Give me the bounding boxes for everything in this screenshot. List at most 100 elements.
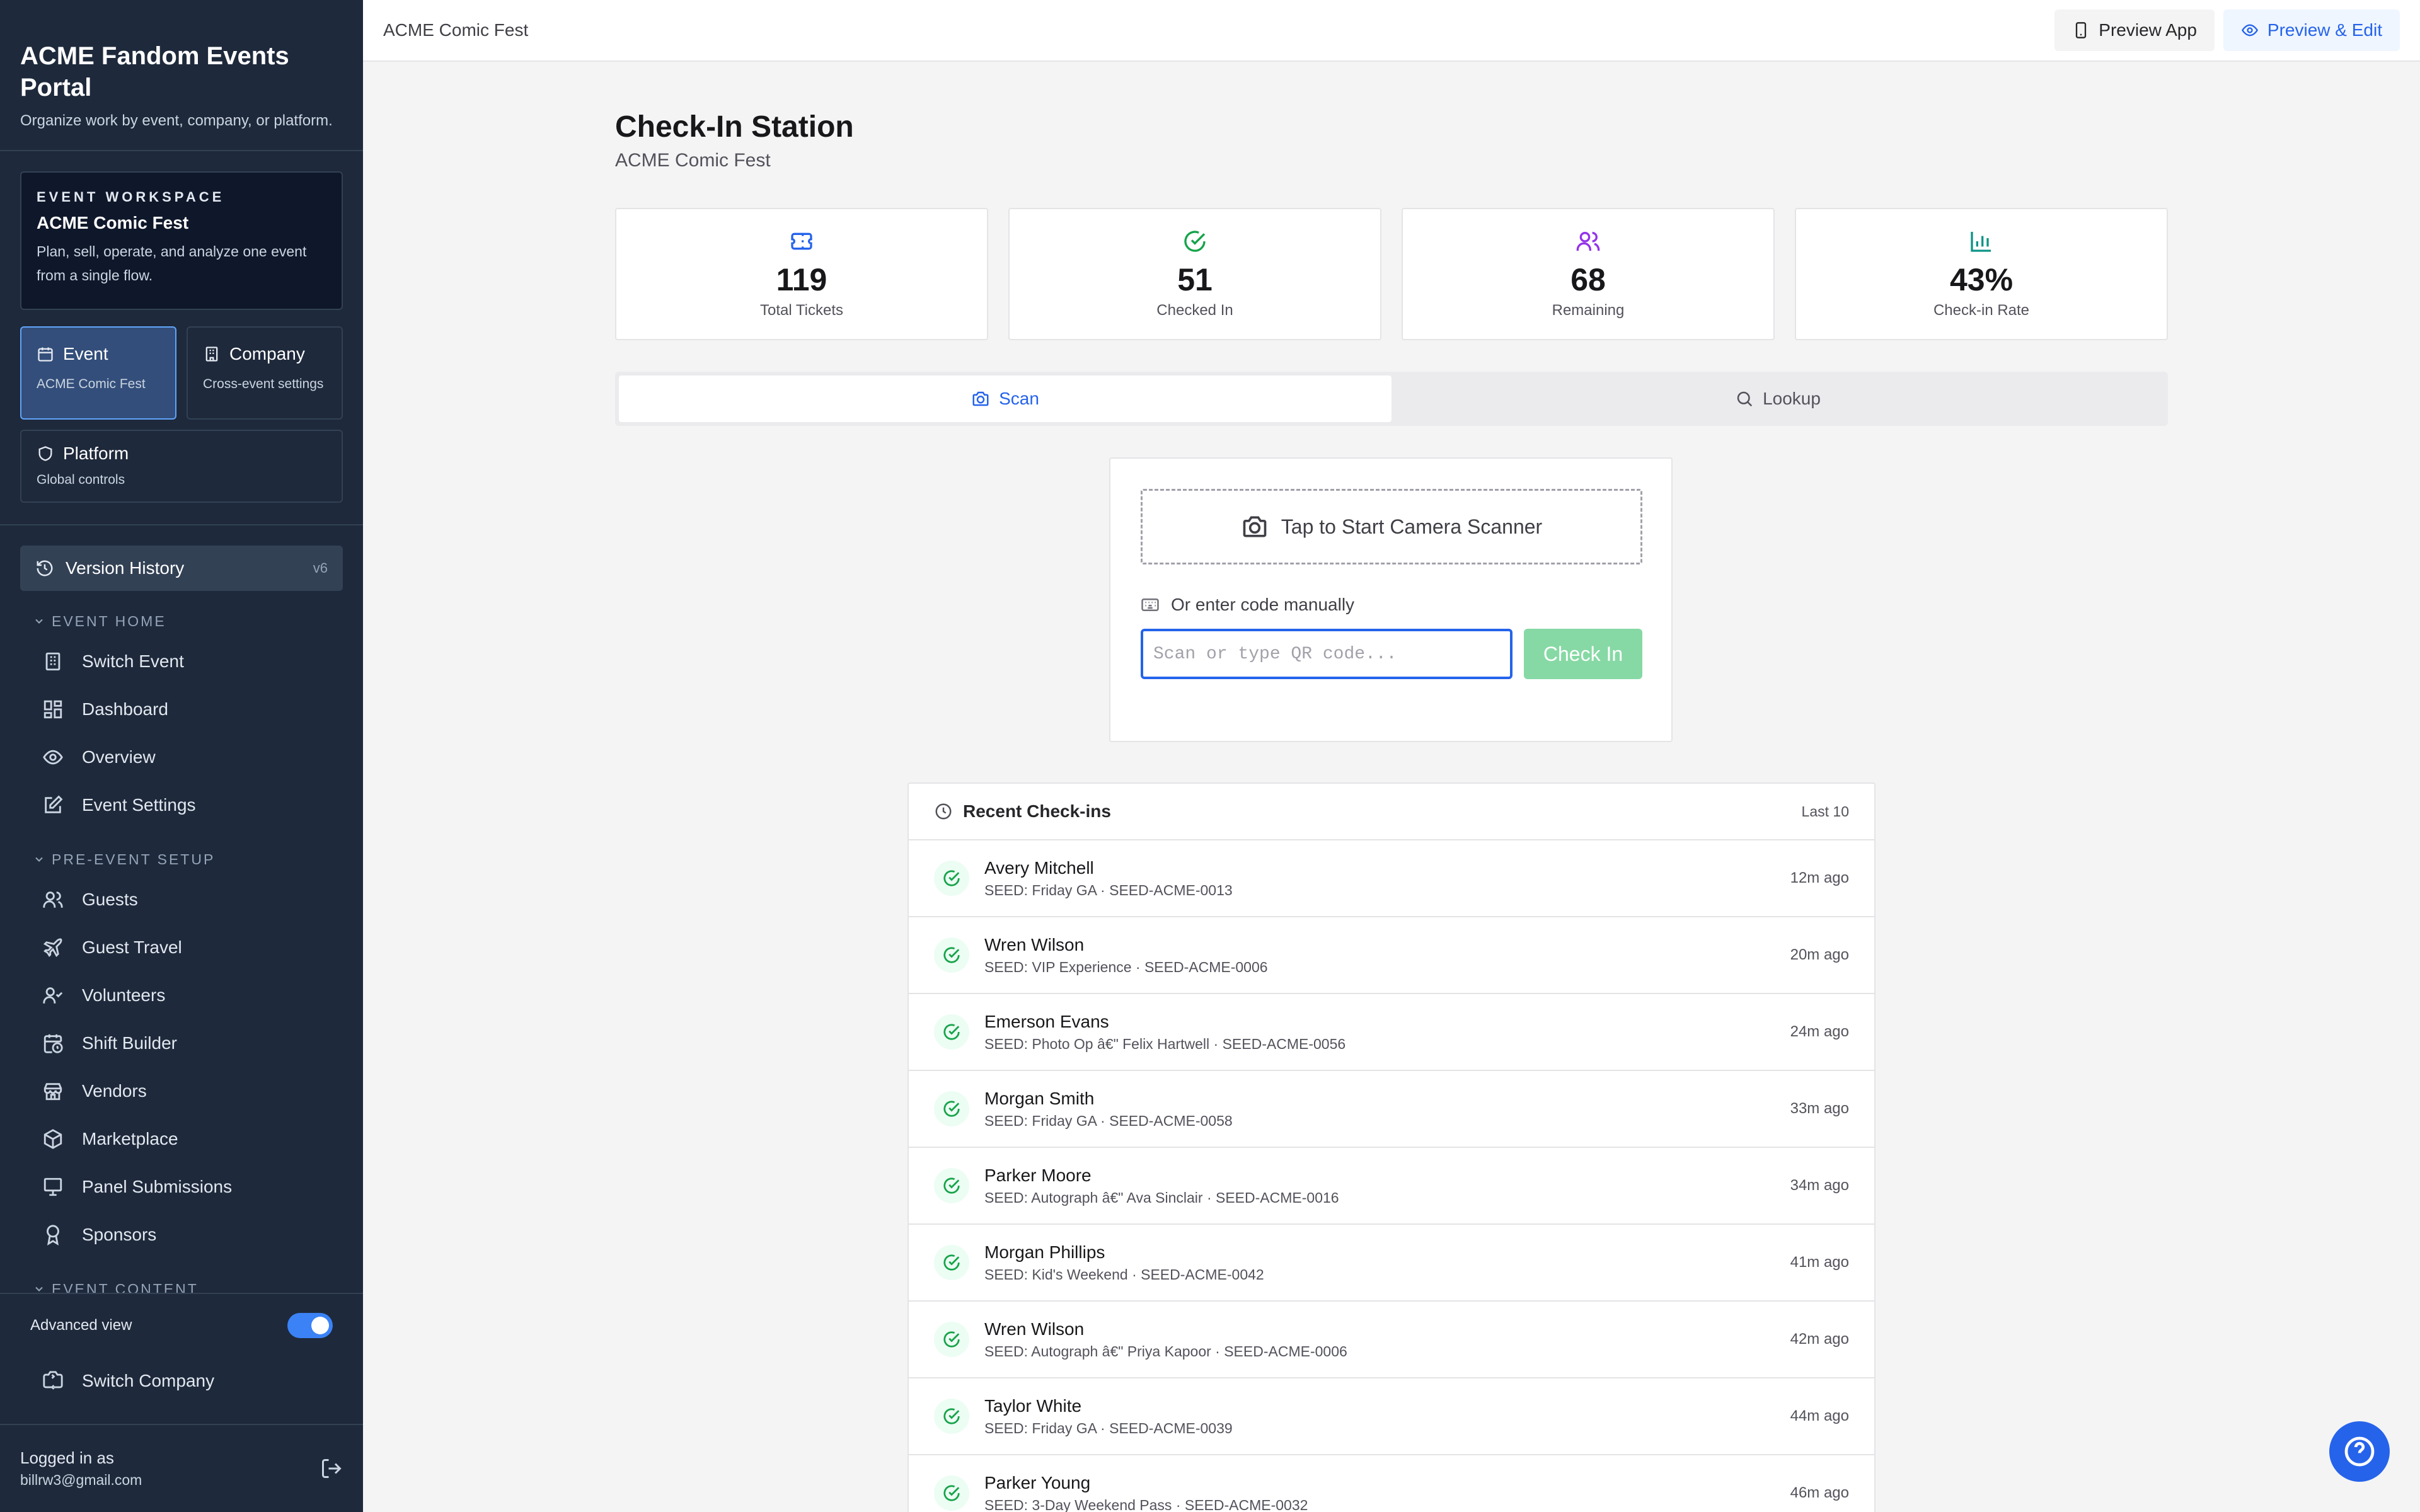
nav-label: Marketplace — [82, 1129, 178, 1148]
scope-platform-sub: Global controls — [37, 472, 125, 487]
attendee-name: Emerson Evans — [984, 1011, 1109, 1031]
checkin-row[interactable]: Morgan Phillips SEED: Kid's Weekend · SEE… — [909, 1225, 1874, 1302]
nav-item-volunteers[interactable]: Volunteers — [0, 971, 363, 1019]
switch-company-label: Switch Company — [82, 1371, 215, 1390]
recent-checkins-header: Recent Check-ins Last 10 — [909, 784, 1874, 840]
history-icon — [35, 559, 54, 578]
nav-label: Event Settings — [82, 795, 196, 815]
stat-label: Total Tickets — [759, 302, 844, 319]
checkin-row-text: Parker Moore SEED: Autograph â€" Ava Sinc… — [984, 1166, 1775, 1206]
preview-edit-button[interactable]: Preview & Edit — [2223, 9, 2400, 51]
nav-item-overview[interactable]: Overview — [0, 733, 363, 781]
check-circle-icon — [934, 1399, 969, 1434]
checkin-time: 24m ago — [1790, 1023, 1849, 1040]
stat-value: 51 — [1177, 262, 1213, 297]
stat-label: Remaining — [1552, 302, 1625, 319]
checkin-time: 20m ago — [1790, 946, 1849, 963]
check-circle-icon — [934, 861, 969, 896]
stat-checked-in: 51 Checked In — [1008, 208, 1381, 340]
shield-icon — [37, 445, 54, 462]
tab-lookup[interactable]: Lookup — [1392, 375, 2164, 422]
checkin-row[interactable]: Wren Wilson SEED: Autograph â€" Priya Kap… — [909, 1302, 1874, 1378]
stats-row: 119 Total Tickets 51 Checked In 68 Remai… — [615, 208, 2168, 340]
ticket-meta: SEED: 3-Day Weekend Pass · SEED-ACME-003… — [984, 1496, 1308, 1512]
stat-checkin-rate: 43% Check-in Rate — [1795, 208, 2168, 340]
scope-company[interactable]: Company Cross-event settings — [187, 326, 343, 420]
checkin-row[interactable]: Emerson Evans SEED: Photo Op â€" Felix Ha… — [909, 994, 1874, 1071]
checkin-row[interactable]: Wren Wilson SEED: VIP Experience · SEED-A… — [909, 917, 1874, 994]
sidebar-footer: Advanced view Switch Company Logged in a… — [0, 1293, 363, 1512]
smartphone-icon — [2072, 21, 2090, 39]
clock-icon — [934, 802, 953, 821]
nav-item-event-settings[interactable]: Event Settings — [0, 781, 363, 829]
check-in-button[interactable]: Check In — [1524, 629, 1642, 679]
recent-checkins-title: Recent Check-ins — [963, 801, 1111, 821]
checkin-row[interactable]: Parker Young SEED: 3-Day Weekend Pass · S… — [909, 1455, 1874, 1512]
checkin-row-text: Morgan Phillips SEED: Kid's Weekend · SEE… — [984, 1242, 1775, 1283]
scope-platform[interactable]: Platform Global controls — [20, 430, 343, 503]
preview-app-button[interactable]: Preview App — [2054, 9, 2215, 51]
advanced-view-label: Advanced view — [30, 1317, 132, 1334]
attendee-name: Avery Mitchell — [984, 857, 1094, 878]
topbar-title: ACME Comic Fest — [383, 20, 529, 40]
nav-item-sponsors[interactable]: Sponsors — [0, 1211, 363, 1259]
checkin-row[interactable]: Morgan Smith SEED: Friday GA · SEED-ACME-… — [909, 1071, 1874, 1148]
nav-item-panel-submissions[interactable]: Panel Submissions — [0, 1163, 363, 1211]
advanced-view-toggle[interactable] — [287, 1313, 333, 1338]
scope-company-sub: Cross-event settings — [203, 377, 324, 391]
nav-label: Vendors — [82, 1081, 147, 1101]
checkin-row[interactable]: Taylor White SEED: Friday GA · SEED-ACME-… — [909, 1378, 1874, 1455]
award-icon — [40, 1222, 66, 1247]
package-icon — [40, 1126, 66, 1152]
workspace-kicker: EVENT WORKSPACE — [37, 189, 225, 205]
nav-section-title: EVENT HOME — [52, 612, 166, 629]
users-icon — [1576, 229, 1601, 254]
check-circle-icon — [934, 1168, 969, 1203]
nav-section-event-home[interactable]: EVENT HOME — [0, 605, 363, 638]
tab-scan[interactable]: Scan — [619, 375, 1392, 422]
eye-icon — [40, 745, 66, 770]
switch-company-button[interactable]: Switch Company — [0, 1357, 363, 1405]
nav-item-shift-builder[interactable]: Shift Builder — [0, 1019, 363, 1067]
attendee-name: Wren Wilson — [984, 934, 1085, 954]
nav-item-guest-travel[interactable]: Guest Travel — [0, 924, 363, 971]
scope-event[interactable]: Event ACME Comic Fest — [20, 326, 176, 420]
camera-icon — [971, 389, 990, 408]
checkin-time: 34m ago — [1790, 1177, 1849, 1194]
manual-entry-label: Or enter code manually — [1141, 595, 1354, 615]
checkin-row-text: Avery Mitchell SEED: Friday GA · SEED-ACM… — [984, 858, 1775, 899]
checkin-row[interactable]: Parker Moore SEED: Autograph â€" Ava Sinc… — [909, 1148, 1874, 1225]
nav-item-dashboard[interactable]: Dashboard — [0, 685, 363, 733]
attendee-name: Wren Wilson — [984, 1319, 1085, 1339]
stat-value: 119 — [776, 262, 827, 297]
top-bar: ACME Comic Fest Preview App Preview & Ed… — [363, 0, 2420, 62]
ticket-meta: SEED: Friday GA · SEED-ACME-0039 — [984, 1419, 1233, 1436]
ticket-meta: SEED: Friday GA · SEED-ACME-0058 — [984, 1112, 1233, 1129]
tab-lookup-label: Lookup — [1763, 389, 1821, 408]
nav-section-pre-event-setup[interactable]: PRE-EVENT SETUP — [0, 843, 363, 876]
nav-item-marketplace[interactable]: Marketplace — [0, 1115, 363, 1163]
nav-section-title: PRE-EVENT SETUP — [52, 850, 216, 868]
bar-chart-icon — [1969, 229, 1994, 254]
nav-item-switch-event[interactable]: Switch Event — [0, 638, 363, 685]
ticket-icon — [789, 229, 814, 254]
start-camera-scanner-button[interactable]: Tap to Start Camera Scanner — [1141, 489, 1642, 564]
stat-total-tickets: 119 Total Tickets — [615, 208, 988, 340]
start-scanner-label: Tap to Start Camera Scanner — [1281, 515, 1543, 538]
help-button[interactable] — [2329, 1421, 2390, 1482]
event-workspace-card: EVENT WORKSPACE ACME Comic Fest Plan, se… — [20, 171, 343, 310]
checkin-row[interactable]: Avery Mitchell SEED: Friday GA · SEED-ACM… — [909, 840, 1874, 917]
qr-code-input[interactable] — [1141, 629, 1512, 679]
nav-label: Shift Builder — [82, 1033, 177, 1053]
building-icon — [40, 649, 66, 674]
attendee-name: Parker Moore — [984, 1165, 1092, 1185]
nav-item-vendors[interactable]: Vendors — [0, 1067, 363, 1115]
nav-item-guests[interactable]: Guests — [0, 876, 363, 924]
checkin-time: 42m ago — [1790, 1331, 1849, 1348]
logout-icon[interactable] — [320, 1457, 343, 1480]
version-history-button[interactable]: Version History v6 — [20, 546, 343, 591]
checkin-time: 44m ago — [1790, 1407, 1849, 1424]
version-history-label: Version History — [66, 558, 185, 578]
check-circle-icon — [934, 1475, 969, 1511]
preview-edit-label: Preview & Edit — [2267, 20, 2382, 40]
